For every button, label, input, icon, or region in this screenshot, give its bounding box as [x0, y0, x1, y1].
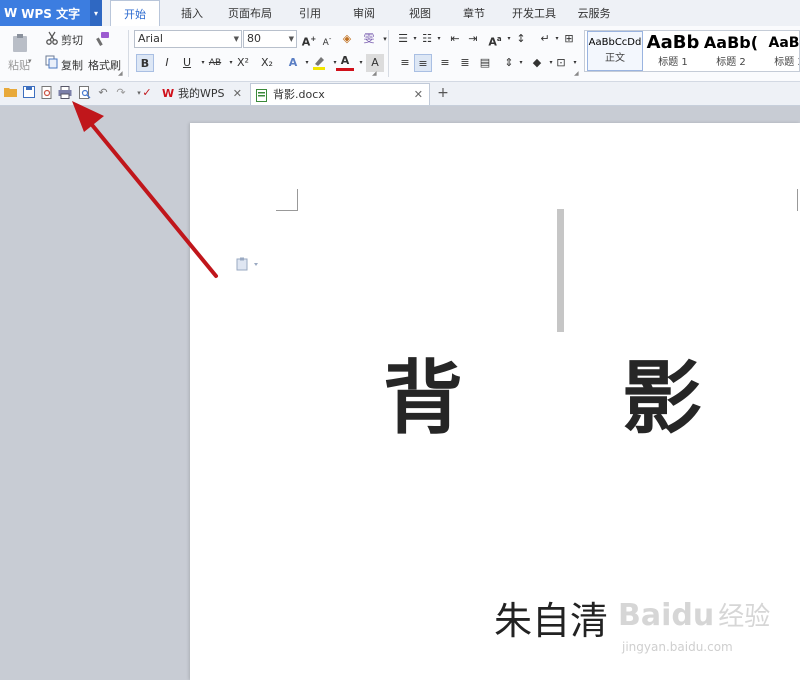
- distributed-align-icon[interactable]: ▤: [476, 54, 494, 72]
- tab-insert[interactable]: 插入: [172, 0, 212, 26]
- paste-label: 粘贴: [8, 59, 30, 72]
- decrease-indent-icon[interactable]: ⇤: [446, 30, 464, 48]
- copy-button[interactable]: 复制: [61, 57, 83, 73]
- cut-icon[interactable]: [44, 31, 60, 45]
- margin-corner-mark: [297, 189, 298, 211]
- document-title-char-1: 背: [383, 351, 463, 445]
- checkmark-icon[interactable]: ✓: [140, 86, 154, 100]
- shrink-font-icon[interactable]: A-: [318, 30, 336, 48]
- document-author: 朱自清: [494, 599, 609, 643]
- app-name: WPS 文字: [21, 6, 81, 21]
- doc-file-icon: [256, 88, 268, 109]
- open-folder-icon[interactable]: [4, 86, 18, 100]
- close-icon[interactable]: ✕: [414, 84, 423, 105]
- font-name-select[interactable]: Arial ▼: [134, 30, 242, 48]
- grow-font-icon[interactable]: A+: [300, 30, 318, 49]
- cut-button[interactable]: 剪切: [61, 32, 83, 48]
- styles-gallery: AaBbCcDd 正文 AaBb 标题 1 AaBb( 标题 2 AaBb 标题…: [584, 30, 800, 72]
- style-sample: AaBb(: [703, 33, 759, 52]
- paste-button[interactable]: [8, 32, 32, 54]
- style-heading-1[interactable]: AaBb 标题 1: [645, 31, 701, 71]
- close-icon[interactable]: ✕: [233, 83, 242, 104]
- new-tab-plus-icon[interactable]: +: [436, 86, 450, 100]
- chevron-down-icon[interactable]: ▾: [376, 30, 394, 48]
- app-menu-dropdown-icon[interactable]: ▾: [90, 0, 102, 26]
- paste-icon: [13, 34, 27, 52]
- font-expand-icon[interactable]: ◢: [372, 70, 377, 77]
- tab-page-layout[interactable]: 页面布局: [222, 0, 278, 26]
- app-menu-button[interactable]: W WPS 文字 ▾: [0, 0, 102, 26]
- tab-chapter[interactable]: 章节: [454, 0, 494, 26]
- align-right-icon[interactable]: ≡: [436, 54, 454, 72]
- print-preview-icon[interactable]: [78, 86, 92, 100]
- margin-corner-mark: [276, 210, 298, 211]
- style-name: 正文: [605, 53, 625, 64]
- document-title-char-2: 影: [622, 351, 702, 445]
- tab-references[interactable]: 引用: [290, 0, 330, 26]
- chevron-down-icon: ▼: [288, 35, 294, 43]
- tab-home[interactable]: 开始: [110, 0, 160, 27]
- format-painter-button[interactable]: 格式刷: [88, 57, 121, 73]
- style-heading-2[interactable]: AaBb( 标题 2: [703, 31, 759, 71]
- sort-icon[interactable]: ↕: [512, 30, 530, 48]
- font-name-value: Arial: [138, 32, 163, 45]
- wps-logo-icon: W: [4, 6, 18, 20]
- tab-developer[interactable]: 开发工具: [506, 0, 562, 26]
- margin-corner-mark: [797, 189, 798, 211]
- style-name: 标题 2: [716, 57, 746, 68]
- paragraph-expand-icon[interactable]: ◢: [574, 70, 579, 77]
- style-sample: AaBb: [646, 32, 700, 53]
- format-painter-icon[interactable]: [94, 31, 112, 47]
- ribbon-separator: [128, 30, 129, 77]
- font-size-select[interactable]: 80 ▼: [243, 30, 297, 48]
- bold-button[interactable]: B: [136, 54, 154, 72]
- align-center-icon[interactable]: ≡: [414, 54, 432, 72]
- undo-icon[interactable]: ↶: [96, 86, 110, 100]
- baidu-jingyan-watermark: Baidu 经验 jingyan.baidu.com: [618, 596, 771, 654]
- watermark-cn: 经验: [718, 602, 771, 632]
- paste-options-icon[interactable]: [236, 257, 260, 271]
- doc-tab-label: 背影.docx: [273, 88, 325, 101]
- italic-button[interactable]: I: [158, 54, 176, 72]
- style-name: 标题 1: [658, 57, 688, 68]
- quick-access-toolbar: ↶ ↷ ▾ ✓ W 我的WPS ✕ 背影.docx ✕ +: [0, 82, 800, 106]
- watermark-brand: Baidu: [618, 598, 715, 633]
- superscript-button[interactable]: X²: [234, 54, 252, 72]
- redo-icon[interactable]: ↷: [114, 86, 128, 100]
- style-heading-3[interactable]: AaBb 标题 3: [761, 31, 800, 71]
- print-icon[interactable]: [58, 86, 72, 100]
- doc-tab-my-wps[interactable]: W 我的WPS ✕: [156, 83, 248, 105]
- clipboard-expand-icon[interactable]: ◢: [118, 70, 123, 77]
- tab-review[interactable]: 审阅: [344, 0, 384, 26]
- chevron-down-icon: ▼: [233, 35, 239, 43]
- save-icon[interactable]: [22, 86, 36, 100]
- table-grid-icon[interactable]: ⊞: [560, 30, 578, 48]
- style-sample: AaBbCcDd: [588, 37, 642, 48]
- output-pdf-icon[interactable]: [40, 86, 54, 100]
- doc-tab-document[interactable]: 背影.docx ✕: [250, 83, 430, 105]
- subscript-button[interactable]: X₂: [258, 54, 276, 72]
- style-name: 标题 3: [774, 57, 799, 68]
- tab-view[interactable]: 视图: [400, 0, 440, 26]
- justify-icon[interactable]: ≣: [456, 54, 474, 72]
- increase-indent-icon[interactable]: ⇥: [464, 30, 482, 48]
- menu-bar: W WPS 文字 ▾ 开始 插入 页面布局 引用 审阅 视图 章节 开发工具 云…: [0, 0, 800, 27]
- tab-cloud-service[interactable]: 云服务: [572, 0, 616, 26]
- clear-format-icon[interactable]: ◈: [338, 30, 356, 48]
- copy-icon[interactable]: [44, 55, 60, 69]
- ribbon-separator: [388, 30, 389, 77]
- watermark-url: jingyan.baidu.com: [622, 640, 733, 654]
- paste-dropdown-icon[interactable]: ▾: [28, 57, 32, 65]
- wps-logo-icon: W: [162, 87, 175, 100]
- align-left-icon[interactable]: ≡: [396, 54, 414, 72]
- doc-tab-label: 我的WPS: [178, 87, 225, 100]
- font-size-value: 80: [247, 32, 261, 45]
- text-cursor-bar: [557, 209, 564, 332]
- style-sample: AaBb: [768, 35, 800, 51]
- style-normal[interactable]: AaBbCcDd 正文: [587, 31, 643, 71]
